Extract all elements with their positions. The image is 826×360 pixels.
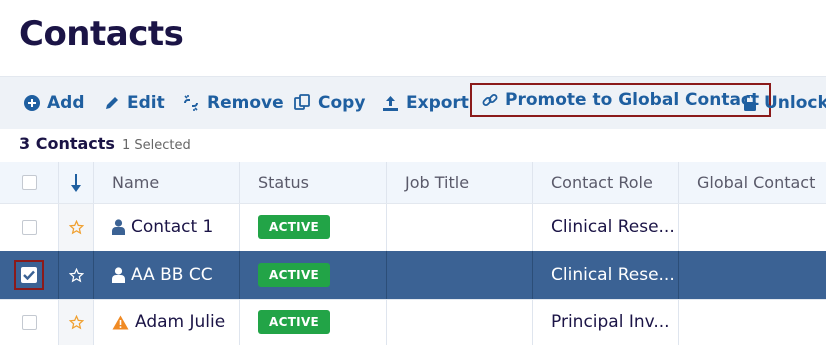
add-button[interactable]: Add: [24, 77, 85, 129]
name-cell: Contact 1: [93, 203, 239, 251]
unlock-label: Unlock: [764, 93, 826, 113]
unlock-button[interactable]: Unlock: [743, 77, 826, 129]
contact-name-link[interactable]: AA BB CC: [131, 265, 213, 285]
edit-label: Edit: [127, 93, 165, 113]
name-cell: AA BB CC: [93, 251, 239, 299]
column-header-contact-role[interactable]: Contact Role: [532, 162, 678, 203]
row-checkbox[interactable]: [21, 219, 37, 235]
job-title-cell: [386, 203, 532, 251]
job-title-cell: [386, 251, 532, 299]
global-contact-cell: [678, 203, 826, 251]
table-row[interactable]: Adam Julie ACTIVE Principal Inv...: [0, 299, 826, 345]
row-divider: [0, 299, 826, 300]
link-icon: [482, 94, 498, 106]
copy-icon: [294, 94, 310, 110]
unlink-icon: [184, 95, 198, 111]
copy-label: Copy: [318, 93, 366, 113]
select-all-checkbox[interactable]: [21, 175, 37, 190]
edit-button[interactable]: Edit: [104, 77, 165, 129]
export-label: Export: [406, 93, 469, 113]
job-title-cell: [386, 299, 532, 345]
unlock-icon: [744, 94, 756, 111]
sort-cell[interactable]: [58, 162, 93, 203]
check-icon: [23, 270, 35, 280]
favorite-cell: [58, 299, 93, 345]
contact-name-link[interactable]: Adam Julie: [135, 312, 225, 332]
status-cell: ACTIVE: [239, 299, 386, 345]
pencil-icon: [106, 97, 118, 109]
remove-label: Remove: [207, 93, 284, 113]
star-icon[interactable]: [68, 219, 84, 235]
name-cell: Adam Julie: [93, 299, 239, 345]
warning-icon: [112, 315, 129, 329]
contact-count: 3 Contacts: [19, 134, 115, 153]
promote-to-global-contact-button[interactable]: Promote to Global Contact: [470, 83, 772, 117]
toolbar: Add Edit Remove Copy Export Promote to G…: [0, 76, 826, 129]
user-icon: [112, 267, 125, 283]
global-contact-cell: [678, 251, 826, 299]
table-row-selected[interactable]: AA BB CC ACTIVE Clinical Rese...: [0, 251, 826, 299]
status-badge: ACTIVE: [258, 310, 331, 334]
copy-button[interactable]: Copy: [293, 77, 365, 129]
user-icon: [112, 219, 125, 235]
favorite-cell: [58, 203, 93, 251]
remove-button[interactable]: Remove: [182, 77, 284, 129]
favorite-cell: [58, 251, 93, 299]
row-checkbox-checked[interactable]: [21, 267, 37, 283]
selected-count: 1 Selected: [121, 138, 191, 153]
star-icon[interactable]: [68, 314, 84, 330]
promote-label: Promote to Global Contact: [505, 90, 760, 110]
contact-name-link[interactable]: Contact 1: [131, 217, 213, 237]
column-header-job-title[interactable]: Job Title: [386, 162, 532, 203]
status-badge: ACTIVE: [258, 215, 331, 239]
record-summary: 3 Contacts 1 Selected: [19, 134, 191, 153]
select-all-cell: [0, 162, 58, 203]
row-select-cell: [0, 251, 58, 299]
contact-role-cell: Clinical Rese...: [532, 251, 678, 299]
checkbox-highlight: [14, 260, 44, 290]
status-badge: ACTIVE: [258, 263, 331, 287]
add-label: Add: [47, 93, 85, 113]
arrow-down-icon[interactable]: [71, 173, 81, 192]
page-title: Contacts: [19, 14, 184, 54]
export-button[interactable]: Export: [382, 77, 469, 129]
upload-icon: [383, 95, 398, 111]
status-cell: ACTIVE: [239, 203, 386, 251]
table-row[interactable]: Contact 1 ACTIVE Clinical Rese...: [0, 203, 826, 251]
contact-role-cell: Principal Inv...: [532, 299, 678, 345]
contact-role-cell: Clinical Rese...: [532, 203, 678, 251]
column-header-name[interactable]: Name: [93, 162, 239, 203]
row-select-cell: [0, 299, 58, 345]
column-header-global-contact[interactable]: Global Contact: [678, 162, 826, 203]
star-icon[interactable]: [68, 267, 84, 283]
column-header-status[interactable]: Status: [239, 162, 386, 203]
row-checkbox[interactable]: [21, 314, 37, 330]
row-divider: [0, 203, 826, 204]
status-cell: ACTIVE: [239, 251, 386, 299]
table-header: Name Status Job Title Contact Role Globa…: [0, 162, 826, 203]
row-select-cell: [0, 203, 58, 251]
global-contact-cell: [678, 299, 826, 345]
plus-circle-icon: [24, 95, 40, 111]
